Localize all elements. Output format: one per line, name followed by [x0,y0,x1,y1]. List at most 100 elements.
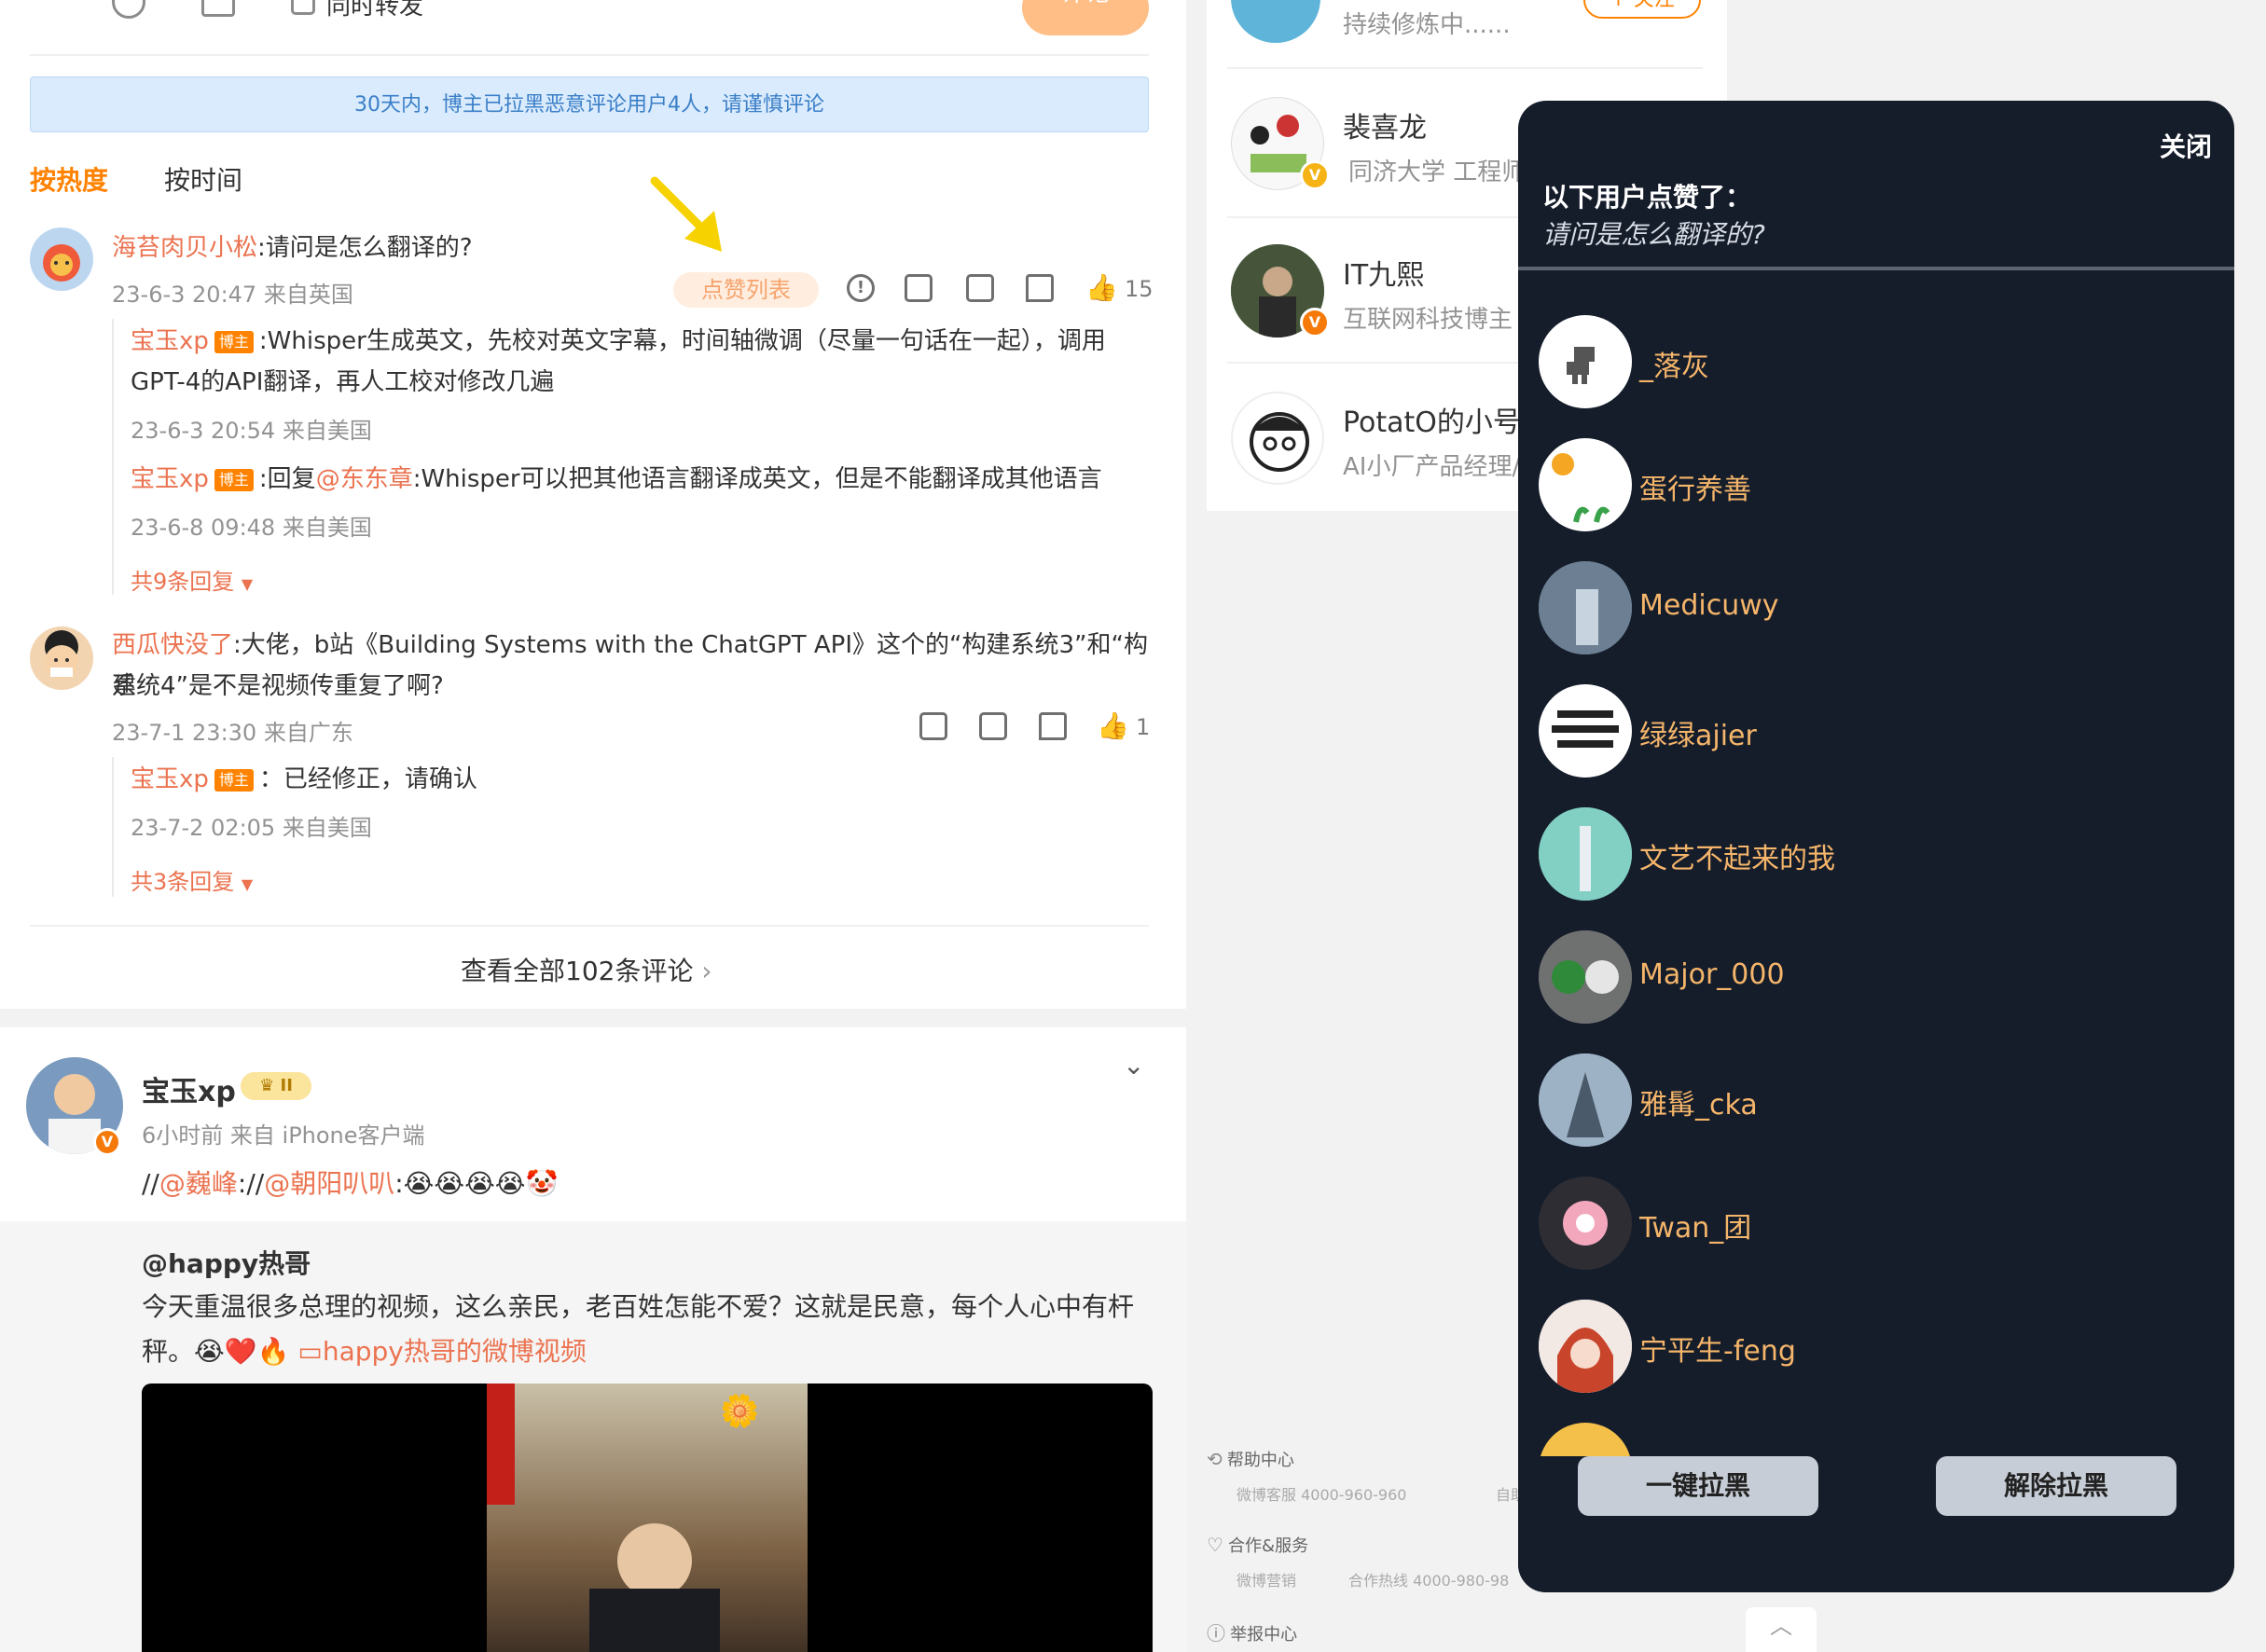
sync-repost-checkbox[interactable] [291,0,315,15]
original-text-line2: 秤。😭❤️🔥 ▭happy热哥的微博视频 [142,1331,587,1369]
post-author-name[interactable]: 宝玉xp [142,1068,236,1109]
video-player[interactable]: 🌼 [142,1384,1153,1652]
liker-name[interactable]: 文艺不起来的我 [1639,835,1835,876]
reply-text: 宝玉xp 博主:回复@东东章:Whisper可以把其他语言翻译成英文，但是不能翻译… [131,459,1156,500]
chevron-down-icon[interactable]: ⌄ [1123,1050,1144,1081]
comment-username[interactable]: 西瓜快没了 [112,631,233,659]
repost-prefix: // [142,1168,159,1199]
comment-username[interactable]: 海苔肉贝小松 [112,234,257,262]
suggest-name[interactable]: PotatO的小号 [1343,399,1521,440]
liker-avatar [1539,1300,1632,1393]
list-item[interactable]: Twan_团 [1539,1177,2229,1270]
liker-avatar [1539,1053,1632,1147]
emoji-icon[interactable] [112,0,145,19]
liker-name[interactable]: Medicuwy [1639,589,1779,622]
comment-meta: 23-6-3 20:47 来自英国 [112,282,353,308]
list-item[interactable]: Medicuwy [1539,561,2229,654]
caret-down-icon: ▼ [241,875,254,893]
view-all-comments-link[interactable]: 查看全部102条评论 › [461,951,712,988]
share-icon[interactable] [966,274,994,302]
mention-link[interactable]: @东东章 [316,465,413,493]
list-item[interactable]: Major_000 [1539,930,2229,1024]
coop-service-link[interactable]: ♡ 合作&服务 [1207,1533,1308,1557]
close-button[interactable]: 关闭 [2160,127,2212,164]
block-all-button[interactable]: 一键拉黑 [1578,1456,1818,1516]
reply-username[interactable]: 宝玉xp [131,765,209,793]
like-icon[interactable]: 👍 [1085,272,1118,303]
back-to-top-button[interactable]: ︿ [1746,1607,1817,1652]
liker-name[interactable]: Twan_团 [1639,1205,1751,1246]
liker-name[interactable]: Major_000 [1639,958,1785,991]
liker-list[interactable]: _落灰 蛋行养善 Medicuwy 绿绿ajier 文艺不起来的我 Major_… [1539,315,2229,1555]
liker-name[interactable]: _落灰 [1639,343,1709,384]
original-text-line1: 今天重温很多总理的视频，这么亲民，老百姓怎能不爱？这就是民意，每个人心中有杆 [142,1291,1135,1322]
verified-badge-icon: V [1300,160,1330,190]
help-center-link[interactable]: ⟲ 帮助中心 [1207,1447,1294,1471]
video-link[interactable]: ▭happy热哥的微博视频 [297,1336,587,1367]
reply-body-line2: GPT-4的API翻译，再人工校对修改几遍 [131,368,555,396]
divider [30,54,1149,56]
avatar[interactable] [30,227,93,291]
report-icon[interactable]: ! [847,274,875,302]
list-item[interactable]: 蛋行养善 [1539,438,2229,531]
follow-button[interactable]: + 关注 [1583,0,1701,19]
chevron-right-icon: › [701,956,712,986]
translate-icon[interactable] [919,712,947,740]
modal-subtitle: 请问是怎么翻译的? [1542,219,1765,250]
suggest-avatar[interactable] [1231,0,1320,43]
list-item[interactable]: 雅髯_cka [1539,1053,2229,1147]
avatar[interactable] [30,626,93,690]
suggest-name[interactable]: 裴喜龙 [1343,104,1427,145]
liker-avatar [1539,684,1632,778]
original-post-box: @happy热哥 今天重温很多总理的视频，这么亲民，老百姓怎能不爱？这就是民意，… [0,1221,1186,1652]
liker-avatar [1539,438,1632,531]
suggest-avatar[interactable] [1231,392,1324,485]
list-item[interactable]: 绿绿ajier [1539,684,2229,778]
share-icon[interactable] [979,712,1007,740]
liker-name[interactable]: 绿绿ajier [1639,712,1757,753]
list-item[interactable]: 宁平生-feng [1539,1300,2229,1393]
suggest-name[interactable]: IT九熙 [1343,252,1424,293]
comment-icon[interactable] [1026,274,1054,302]
flag-image [487,1384,515,1505]
liker-avatar [1539,930,1632,1024]
original-author[interactable]: @happy热哥 [142,1244,311,1281]
marketing-link[interactable]: 微博营销 [1237,1568,1296,1590]
repost-text: //@巍峰://@朝阳叭叭:😭😭😭😭🤡 [142,1163,558,1201]
person-image [617,1523,692,1598]
crown-level-badge[interactable]: ♛ II [241,1072,311,1100]
post-meta: 6小时前 来自 iPhone客户端 [142,1122,425,1149]
tab-time[interactable]: 按时间 [164,160,242,198]
reply-username[interactable]: 宝玉xp [131,327,209,355]
modal-footer: 一键拉黑 解除拉黑 [1518,1456,2234,1592]
liker-name[interactable]: 雅髯_cka [1639,1081,1758,1122]
like-count: 15 [1125,276,1154,302]
mention-link[interactable]: @巍峰 [159,1168,238,1199]
liker-avatar [1539,1177,1632,1270]
image-icon[interactable] [201,0,235,17]
comment-text: 海苔肉贝小松:请问是怎么翻译的? [112,227,473,268]
more-replies-link[interactable]: 共9条回复 ▼ [131,563,253,596]
submit-comment-button[interactable]: 评论 [1022,0,1149,35]
reply-username[interactable]: 宝玉xp [131,465,209,493]
suggest-sub: 互联网科技博主 [1343,306,1513,334]
comment-icon[interactable] [1039,712,1067,740]
list-item[interactable]: _落灰 [1539,315,2229,408]
unblock-button[interactable]: 解除拉黑 [1936,1456,2176,1516]
original-text-line2-body: 秤。😭❤️🔥 [142,1336,290,1367]
more-replies-label: 共3条回复 [131,869,235,895]
mention-link[interactable]: @朝阳叭叭 [264,1168,394,1199]
like-count: 1 [1136,714,1151,740]
liker-name[interactable]: 蛋行养善 [1639,466,1751,507]
list-item[interactable]: 文艺不起来的我 [1539,807,2229,901]
post-card: V 宝玉xp ♛ II 6小时前 来自 iPhone客户端 ⌄ //@巍峰://… [0,1027,1186,1652]
like-list-button[interactable]: 点赞列表 [673,272,819,308]
like-icon[interactable]: 👍 [1097,710,1129,741]
like-list-modal: 关闭 以下用户点赞了： 请问是怎么翻译的? _落灰 蛋行养善 Medicuwy … [1518,101,2234,1592]
flower-emoji-icon: 🌼 [720,1393,760,1430]
report-center-link[interactable]: ⓘ 举报中心 [1207,1618,1297,1645]
more-replies-link[interactable]: 共3条回复 ▼ [131,863,253,896]
liker-name[interactable]: 宁平生-feng [1639,1328,1796,1369]
translate-icon[interactable] [905,274,933,302]
tab-hot[interactable]: 按热度 [30,160,108,198]
